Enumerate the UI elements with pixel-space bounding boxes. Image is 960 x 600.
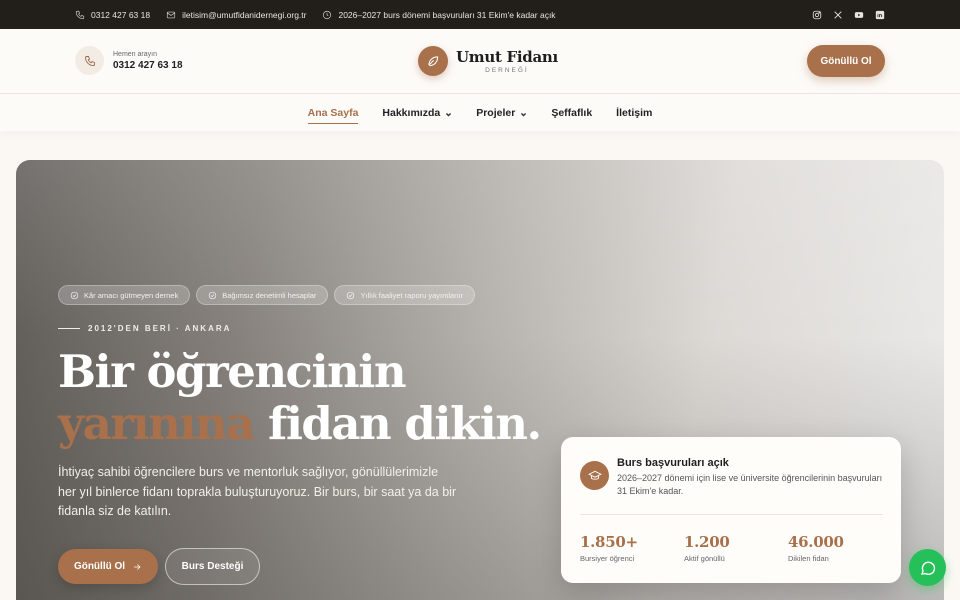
stat-saplings: 46.000 Dikilen fidan	[788, 533, 844, 563]
nav-label: Hakkımızda	[382, 106, 441, 119]
whatsapp-chat-button[interactable]	[909, 549, 946, 586]
nav-label: Projeler	[476, 106, 516, 119]
nav-item-projects[interactable]: Projeler	[476, 94, 527, 131]
stat-value: 1.850+	[580, 533, 638, 551]
header-volunteer-button[interactable]: Gönüllü Ol	[807, 45, 885, 77]
hero-title-accent: yarınına	[58, 397, 255, 450]
topbar-phone-text: 0312 427 63 18	[91, 9, 151, 20]
nav-label: İletişim	[616, 106, 653, 119]
brand-logo[interactable]: Umut Fidanı DERNEĞİ	[418, 46, 558, 76]
nav-label: Şeffaflık	[551, 106, 593, 119]
nav-item-home[interactable]: Ana Sayfa	[307, 94, 359, 131]
chat-bubble-icon	[920, 561, 935, 575]
brand-subtitle: DERNEĞİ	[485, 67, 529, 74]
card-text: 2026–2027 dönemi için lise ve üniversite…	[617, 473, 883, 496]
phone-icon	[84, 55, 95, 66]
badge-label: Bağımsız denetimli hesaplar	[222, 290, 317, 300]
trust-badge: Kâr amacı gütmeyen dernek	[58, 285, 191, 305]
nav-item-about[interactable]: Hakkımızda	[382, 94, 452, 131]
check-circle-icon	[347, 291, 355, 299]
nav-item-transparency[interactable]: Şeffaflık	[551, 94, 592, 131]
main-nav: Ana Sayfa Hakkımızda Projeler Şeffaflık …	[0, 94, 960, 131]
topbar-notice-text: 2026–2027 burs dönemi başvuruları 31 Eki…	[338, 9, 556, 20]
call-block[interactable]: Hemen arayın 0312 427 63 18	[75, 46, 183, 75]
trust-badge: Yıllık faaliyet raporu yayımlanır	[334, 285, 475, 305]
site-header: Hemen arayın 0312 427 63 18 Umut Fidanı …	[0, 29, 960, 94]
stat-label: Bursiyer öğrenci	[580, 554, 635, 563]
phone-circle	[75, 46, 104, 75]
stat-label: Aktif gönüllü	[684, 554, 725, 563]
social-links	[812, 10, 885, 20]
nav-item-contact[interactable]: İletişim	[616, 94, 652, 131]
trust-badges: Kâr amacı gütmeyen dernek Bağımsız denet…	[58, 285, 475, 305]
badge-label: Yıllık faaliyet raporu yayımlanır	[360, 290, 463, 300]
card-divider	[580, 514, 883, 515]
stat-label: Dikilen fidan	[788, 554, 829, 563]
hero-title: Bir öğrencinin yarınına fidan dikin.	[58, 345, 542, 450]
arrow-right-icon	[134, 563, 141, 570]
eyebrow-line	[58, 328, 80, 329]
scholarship-support-button[interactable]: Burs Desteği	[165, 548, 260, 585]
stat-value: 1.200	[684, 533, 730, 551]
check-circle-icon	[70, 291, 79, 299]
trust-badge: Bağımsız denetimli hesaplar	[196, 285, 329, 305]
hero-title-rest: fidan dikin.	[253, 397, 542, 450]
topbar-email-text: iletisim@umutfidanidernegi.org.tr	[182, 9, 307, 20]
stat-value: 46.000	[788, 533, 844, 551]
check-circle-icon	[209, 291, 217, 299]
call-number: 0312 427 63 18	[113, 59, 183, 71]
eyebrow-text: 2012'DEN BERİ · ANKARA	[88, 324, 232, 333]
scholarship-info-card: Burs başvuruları açık 2026–2027 dönemi i…	[561, 437, 901, 583]
clock-icon	[323, 10, 332, 19]
stat-scholars: 1.850+ Bursiyer öğrenci	[580, 533, 638, 563]
mail-icon	[167, 11, 176, 18]
badge-label: Kâr amacı gütmeyen dernek	[84, 290, 179, 300]
card-title: Burs başvuruları açık	[617, 457, 729, 469]
instagram-icon[interactable]	[812, 10, 822, 20]
graduation-cap-icon	[580, 461, 609, 490]
topbar-notice: 2026–2027 burs dönemi başvuruları 31 Eki…	[322, 9, 556, 20]
nav-label: Ana Sayfa	[307, 106, 359, 119]
youtube-icon[interactable]	[854, 10, 864, 20]
hero-title-line1: Bir öğrencinin	[58, 345, 407, 398]
brand-name: Umut Fidanı	[456, 48, 558, 66]
top-bar: 0312 427 63 18 iletisim@umutfidaniderneg…	[0, 0, 960, 29]
call-label: Hemen arayın	[113, 50, 157, 58]
topbar-phone[interactable]: 0312 427 63 18	[75, 10, 150, 20]
chevron-down-icon	[445, 109, 452, 117]
button-label: Gönüllü Ol	[73, 561, 126, 572]
linkedin-icon[interactable]	[875, 10, 885, 20]
chevron-down-icon	[520, 109, 527, 117]
hero-description: İhtiyaç sahibi öğrencilere burs ve mento…	[58, 465, 457, 518]
hero-eyebrow: 2012'DEN BERİ · ANKARA	[58, 324, 231, 333]
stat-volunteers: 1.200 Aktif gönüllü	[684, 533, 730, 563]
x-icon[interactable]	[833, 10, 843, 20]
hero-volunteer-button[interactable]: Gönüllü Ol	[58, 549, 158, 584]
leaf-logo-icon	[418, 46, 448, 76]
topbar-email[interactable]: iletisim@umutfidanidernegi.org.tr	[166, 10, 306, 20]
phone-icon	[75, 10, 85, 19]
